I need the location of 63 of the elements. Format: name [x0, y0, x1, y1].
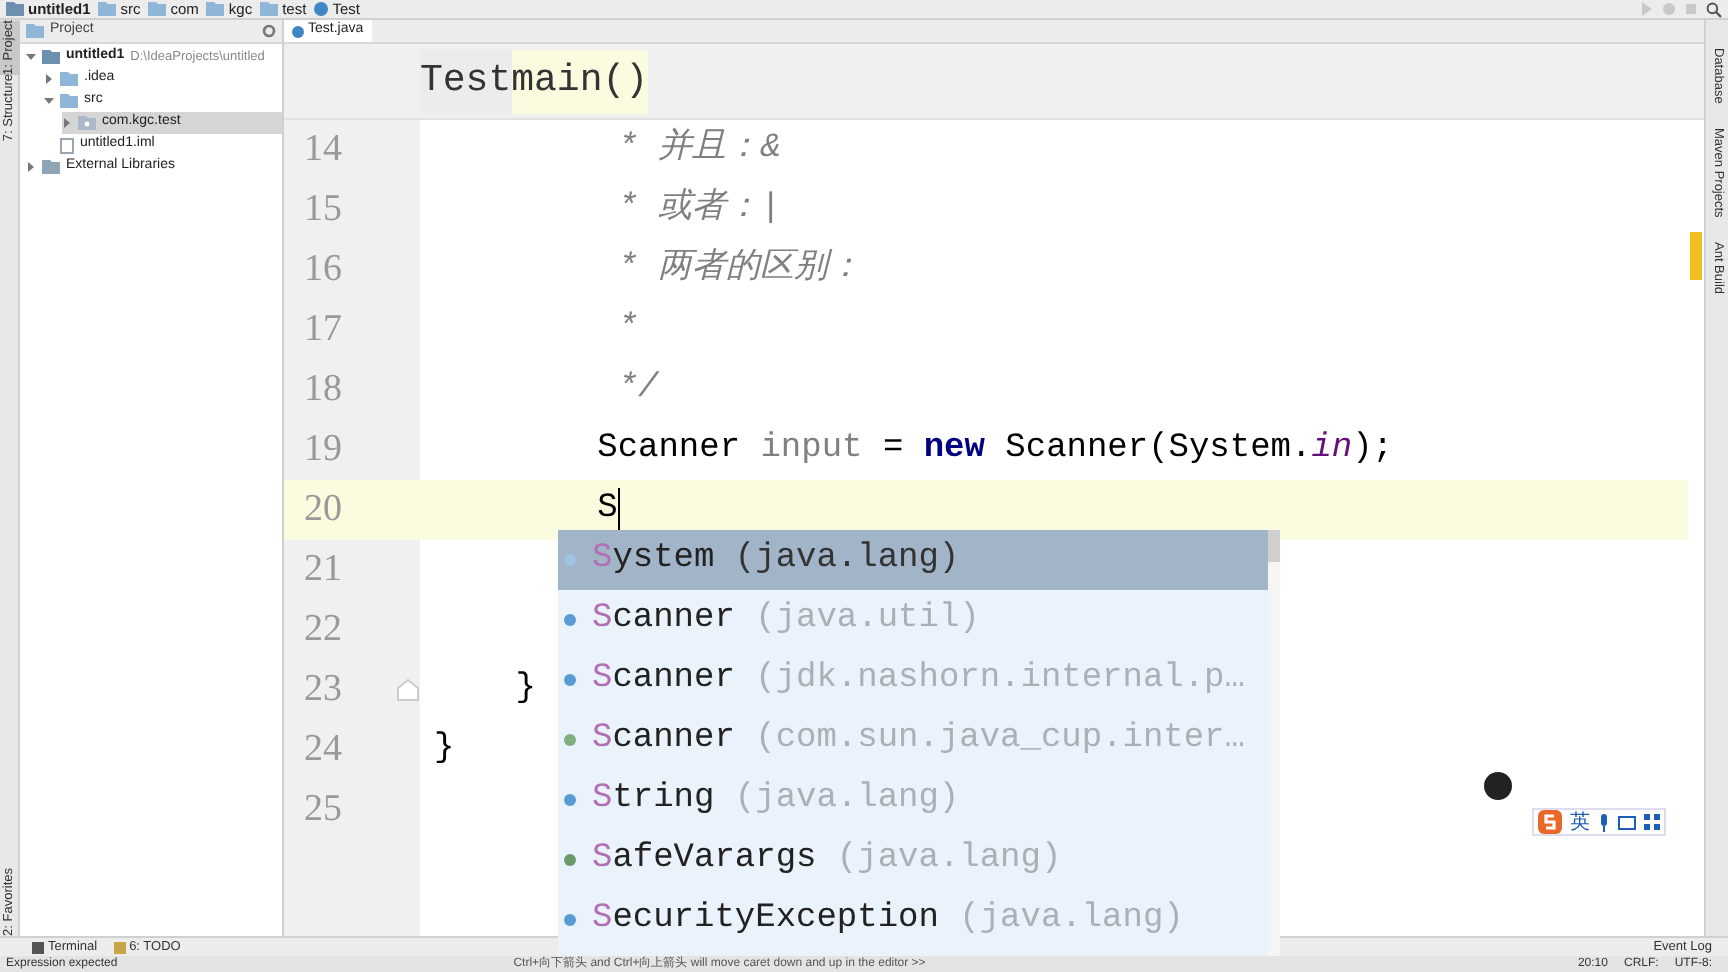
code-line: Scanner input = new Scanner(System.in);: [595, 428, 1394, 473]
expanded-arrow-icon[interactable]: [44, 96, 54, 106]
completion-label: Scanner (java.util): [592, 598, 980, 643]
file-icon: [60, 137, 74, 153]
search-icon[interactable]: [1706, 1, 1722, 17]
editor-breadcrumb[interactable]: main(): [511, 49, 649, 113]
keyboard-icon[interactable]: [1618, 815, 1636, 829]
line-number: 22: [304, 605, 342, 654]
todo-icon: [113, 941, 126, 953]
line-number: 23: [304, 665, 342, 714]
line-number: 14: [304, 125, 342, 174]
scrollbar[interactable]: [1268, 530, 1280, 956]
completion-label: String (java.lang): [592, 778, 960, 823]
line-number: 17: [304, 305, 342, 354]
collapsed-arrow-icon[interactable]: [62, 118, 72, 128]
package-icon: [78, 116, 96, 130]
folder-icon: [206, 2, 225, 16]
library-icon: [42, 160, 60, 174]
fold-marker-icon[interactable]: [396, 678, 420, 702]
line-number: 16: [304, 245, 342, 294]
completion-label: Scanner (com.sun.java_cup.inter…: [592, 718, 1245, 763]
completion-label: SafeVarargs (java.lang): [592, 838, 1062, 883]
completion-item[interactable]: System (java.lang): [558, 530, 1268, 590]
code-line: * 并且：&: [615, 125, 781, 173]
line-number: 18: [304, 365, 342, 414]
completion-item[interactable]: String (java.lang): [558, 770, 1268, 830]
line-number: 19: [304, 425, 342, 474]
code-line: *: [615, 308, 639, 353]
completion-label: Scanner (jdk.nashorn.internal.p…: [592, 658, 1245, 703]
line-number: 15: [304, 185, 342, 234]
ime-logo-icon: [1538, 810, 1562, 834]
code-line: S: [595, 488, 618, 533]
floating-ball-icon[interactable]: [1484, 772, 1512, 800]
line-number: 20: [304, 485, 342, 534]
completion-label: System (java.lang): [592, 538, 960, 583]
code-line: * 或者：|: [615, 186, 781, 233]
line-number: 25: [304, 785, 342, 834]
collapsed-arrow-icon[interactable]: [44, 74, 54, 84]
text-caret: [617, 488, 620, 532]
code-line: */: [615, 368, 659, 413]
expanded-arrow-icon[interactable]: [26, 52, 36, 62]
microphone-icon[interactable]: [1598, 813, 1610, 831]
completion-item[interactable]: SafeVarargs (java.lang): [558, 830, 1268, 890]
grid-icon[interactable]: [1644, 814, 1660, 830]
collapsed-arrow-icon[interactable]: [26, 162, 36, 172]
code-line: }: [434, 728, 455, 773]
editor-breadcrumb[interactable]: Test: [420, 49, 512, 113]
completion-item[interactable]: SecurityException (java.lang): [558, 890, 1268, 950]
folder-icon: [260, 2, 279, 16]
ime-mode[interactable]: 英: [1570, 807, 1590, 837]
settings-icon[interactable]: [262, 24, 276, 38]
completion-item[interactable]: Scanner (com.sun.java_cup.inter…: [558, 710, 1268, 770]
completion-item[interactable]: Scanner (jdk.nashorn.internal.p…: [558, 650, 1268, 710]
ime-toolbar[interactable]: 英: [1532, 808, 1666, 836]
folder-icon: [98, 2, 117, 16]
folder-icon: [148, 2, 167, 16]
completion-label: SecurityException (java.lang): [592, 898, 1184, 943]
line-number: 24: [304, 725, 342, 774]
line-number: 21: [304, 545, 342, 594]
terminal-icon: [32, 941, 44, 953]
completion-item[interactable]: Scanner (java.util): [558, 590, 1268, 650]
code-line: }: [513, 668, 537, 713]
code-line: * 两者的区别：: [615, 246, 863, 293]
